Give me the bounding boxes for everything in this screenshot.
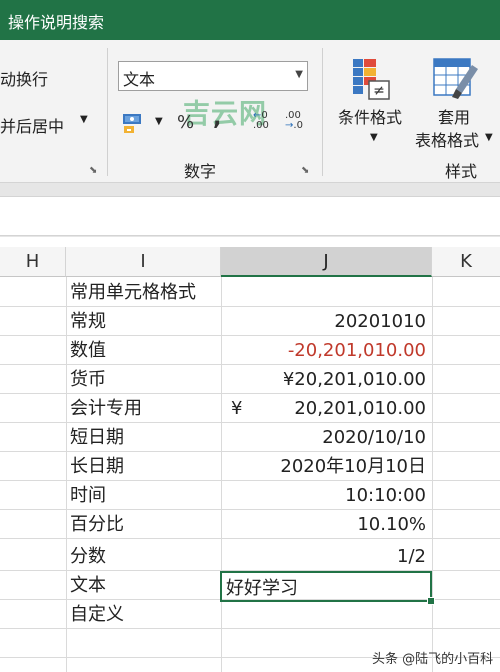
source-credit: 头条 @陆飞的小百科 [372, 652, 494, 667]
format-as-table-dropdown-icon[interactable]: ▼ [485, 132, 493, 143]
column-header-h[interactable]: H [0, 247, 66, 277]
table-row: 会计专用 ¥ 20,201,010.00 [0, 394, 500, 423]
cell-label[interactable]: 自定义 [70, 600, 124, 629]
table-row: 百分比 10.10% [0, 510, 500, 539]
divider [107, 48, 108, 176]
active-cell[interactable]: 好好学习 [220, 571, 432, 602]
increase-decimal-button[interactable]: ←0.00 [253, 111, 269, 131]
active-cell-value: 好好学习 [226, 578, 298, 599]
cell-label[interactable]: 文本 [70, 571, 106, 600]
cell-label[interactable]: 货币 [70, 365, 106, 394]
ribbon: 动换行 并后居中 ▼ ⬊ 文本 ▼ 吉云网 ▼ % , ←0.00 .00 →.0… [0, 40, 500, 183]
title-bar: 操作说明搜索 [0, 0, 500, 40]
column-header-i[interactable]: I [66, 247, 221, 277]
cell-label[interactable]: 短日期 [70, 423, 124, 452]
cell-label[interactable]: 时间 [70, 481, 106, 510]
fill-handle[interactable] [427, 597, 435, 605]
cell-value[interactable]: 2020年10月10日 [280, 452, 426, 481]
table-row: 自定义 [0, 600, 500, 629]
cell-value[interactable]: 1/2 [397, 542, 426, 571]
cell-label[interactable]: 会计专用 [70, 394, 142, 423]
cell-value-negative[interactable]: -20,201,010.00 [288, 336, 426, 365]
number-group-label: 数字 [184, 162, 217, 181]
cell-label[interactable]: 分数 [70, 542, 106, 571]
conditional-formatting-icon[interactable]: ≠ [351, 57, 393, 101]
alignment-launcher-icon[interactable]: ⬊ [89, 165, 97, 176]
number-format-select[interactable]: 文本 ▼ [118, 61, 308, 91]
cell-value[interactable]: 10:10:00 [345, 481, 426, 510]
accounting-format-icon[interactable] [121, 110, 149, 136]
decrease-decimal-button[interactable]: .00 →.0 [285, 111, 303, 131]
number-format-value: 文本 [123, 70, 156, 89]
table-row: 数值 -20,201,010.00 [0, 336, 500, 365]
cell-value[interactable]: ¥20,201,010.00 [283, 365, 426, 394]
cell-label[interactable]: 常用单元格格式 [70, 278, 196, 307]
number-launcher-icon[interactable]: ⬊ [301, 165, 309, 176]
table-row: 货币 ¥20,201,010.00 [0, 365, 500, 394]
cell-label[interactable]: 长日期 [70, 452, 124, 481]
format-as-table-icon[interactable] [432, 55, 480, 101]
cell-value[interactable]: 20,201,010.00 [294, 394, 426, 423]
table-row: 常规 20201010 [0, 307, 500, 336]
merge-dropdown-icon[interactable]: ▼ [80, 114, 88, 125]
table-row: 常用单元格格式 [0, 278, 500, 307]
cell-value[interactable]: 2020/10/10 [322, 423, 426, 452]
table-row: 长日期 2020年10月10日 [0, 452, 500, 481]
column-header-j[interactable]: J [221, 247, 432, 277]
conditional-formatting-label[interactable]: 条件格式 [338, 104, 402, 128]
format-as-table-label-2[interactable]: 表格格式 [415, 127, 479, 151]
table-row: 分数 1/2 [0, 542, 500, 571]
formula-bar[interactable] [0, 196, 500, 236]
wrap-text-button[interactable]: 动换行 [0, 66, 48, 90]
percent-style-button[interactable]: % [177, 112, 194, 133]
table-row: 短日期 2020/10/10 [0, 423, 500, 452]
accounting-currency-symbol: ¥ [231, 398, 243, 419]
comma-style-button[interactable]: , [213, 106, 221, 131]
cell-value[interactable]: 20201010 [334, 307, 426, 336]
merge-center-button[interactable]: 并后居中 [0, 113, 64, 137]
accounting-dropdown-icon[interactable]: ▼ [155, 116, 163, 127]
chevron-down-icon: ▼ [295, 69, 303, 80]
cell-label[interactable]: 数值 [70, 336, 106, 365]
column-header-k[interactable]: K [432, 247, 500, 277]
format-as-table-label-1[interactable]: 套用 [438, 104, 470, 128]
table-row: 时间 10:10:00 [0, 481, 500, 510]
cell-label[interactable]: 百分比 [70, 510, 124, 539]
cell-value[interactable]: 10.10% [357, 510, 426, 539]
conditional-formatting-dropdown-icon[interactable]: ▼ [370, 132, 378, 143]
svg-text:≠: ≠ [373, 83, 385, 99]
divider [322, 48, 323, 176]
styles-group-label: 样式 [445, 162, 478, 181]
cell-label[interactable]: 常规 [70, 307, 106, 336]
tell-me-search[interactable]: 操作说明搜索 [8, 9, 104, 33]
